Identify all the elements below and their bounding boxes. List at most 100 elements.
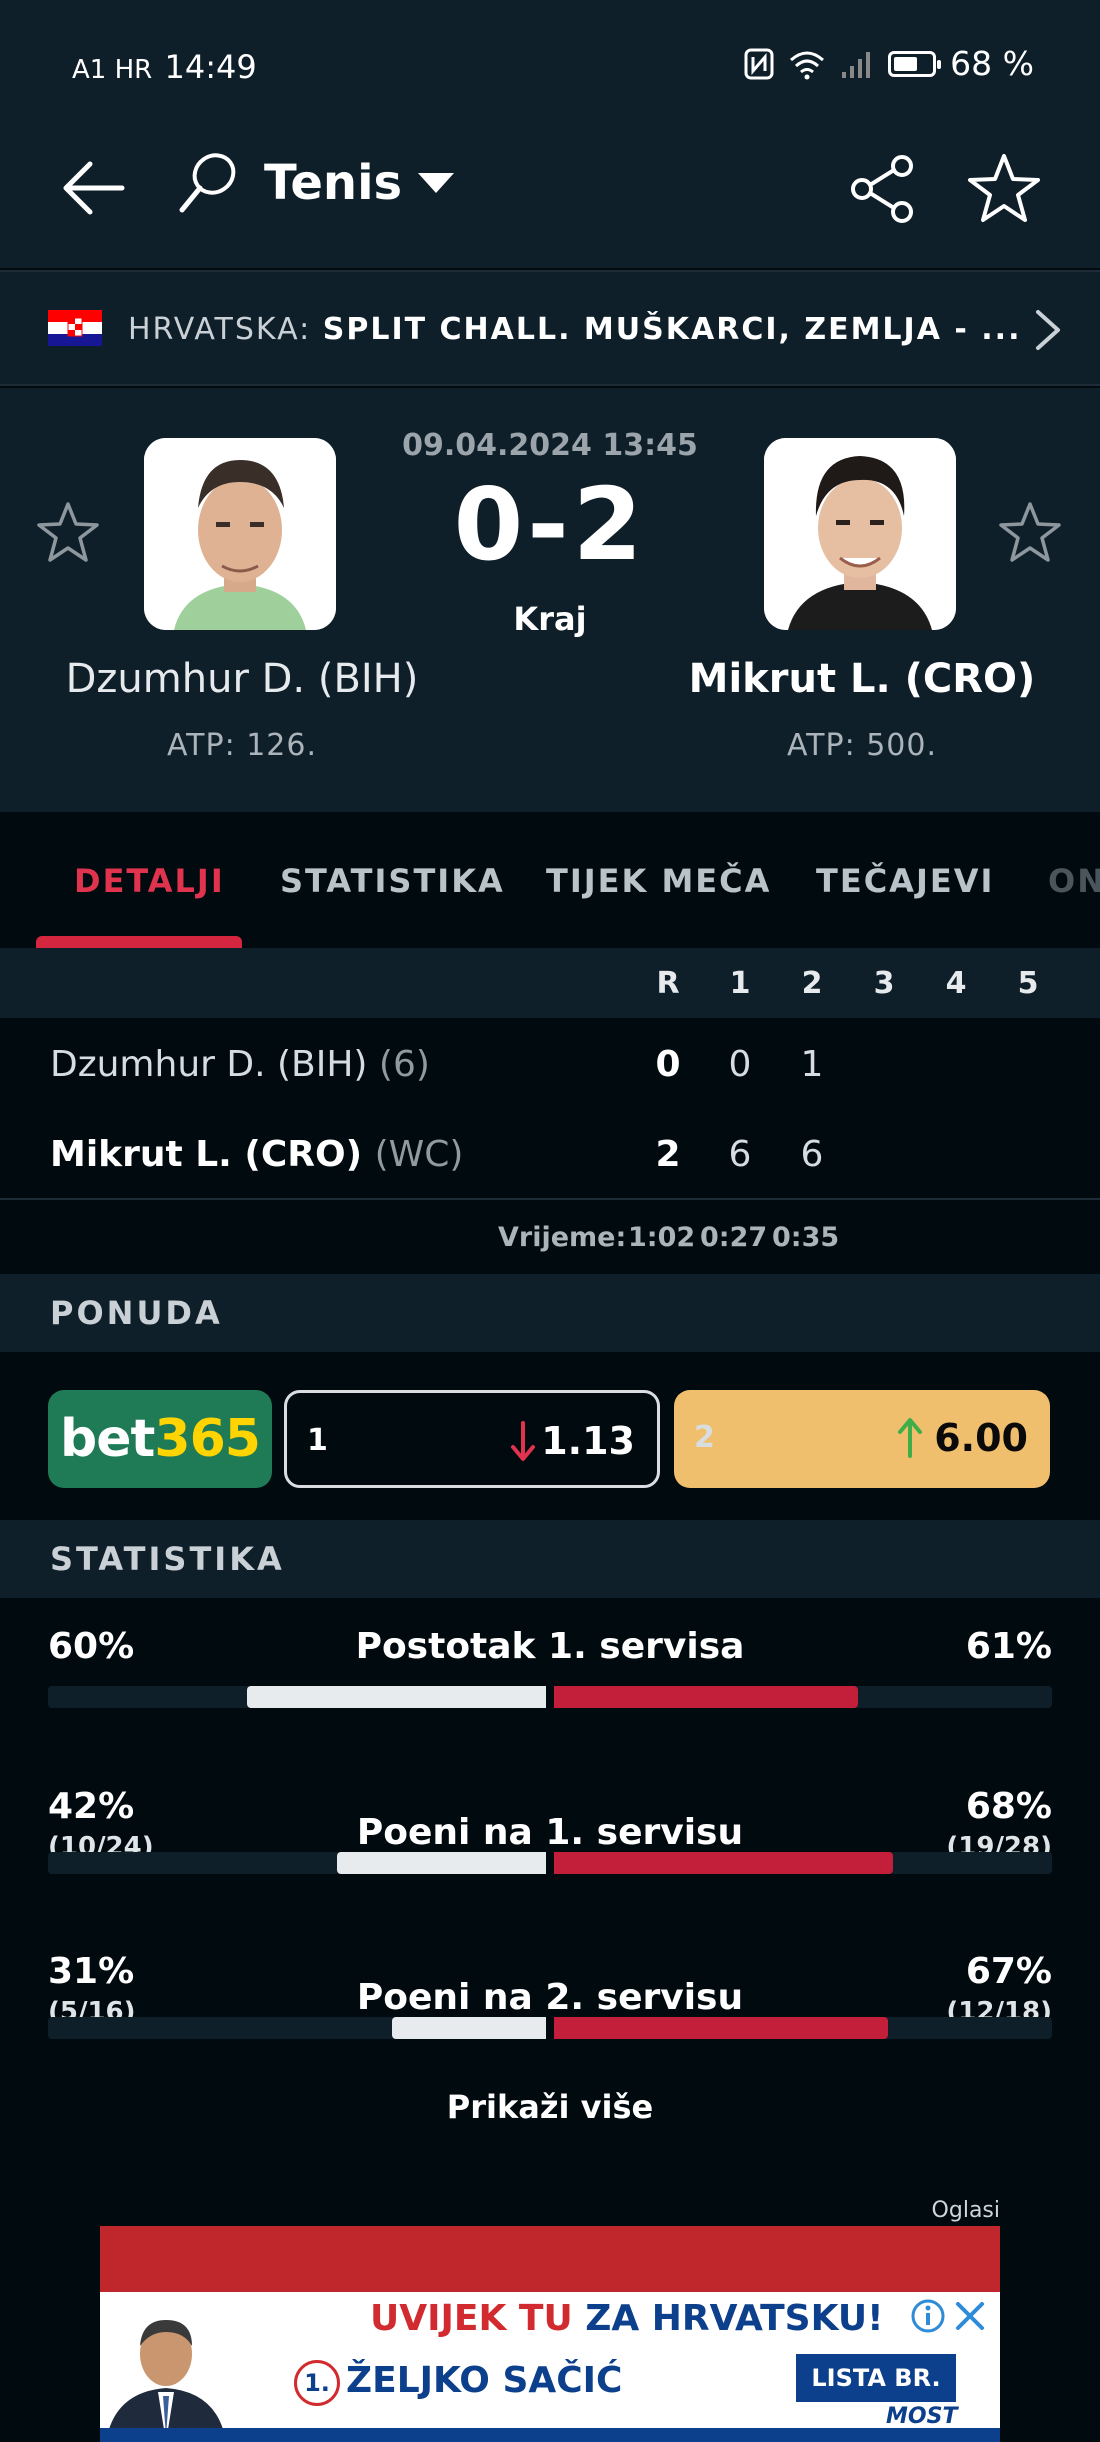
- ad-bottom-strip: [100, 2428, 1000, 2442]
- sport-label: Tenis: [264, 155, 403, 211]
- arrow-down-icon: [511, 1421, 535, 1461]
- tennis-racket-icon: [179, 153, 236, 213]
- top-bar: Tenis: [0, 130, 1100, 240]
- tab-statistics[interactable]: STATISTIKA: [280, 862, 505, 900]
- status-right: 68 %: [744, 44, 1034, 83]
- odds-button-away[interactable]: 2 6.00: [674, 1390, 1050, 1488]
- col-set-1: 1: [729, 966, 751, 1001]
- stat-bar-left-fill: [336, 1852, 546, 1874]
- row-player-seed: (6): [378, 1044, 430, 1085]
- ad-candidate: ŽELJKO SAČIĆ: [346, 2360, 623, 2401]
- back-button[interactable]: [60, 158, 130, 218]
- ad-party: MOST: [886, 2404, 958, 2429]
- league-name: HRVATSKA: SPLIT CHALL. MUŠKARCI, ZEMLJA …: [128, 312, 1021, 347]
- row-set-1: 0: [728, 1044, 752, 1085]
- duration-set-2: 0:35: [772, 1222, 840, 1253]
- odds-key: 2: [694, 1420, 715, 1455]
- stat-right-value: 67%: [965, 1951, 1052, 1992]
- row-result: 2: [655, 1134, 681, 1175]
- sport-selector[interactable]: Tenis: [176, 150, 456, 216]
- carrier: A1 HR: [72, 55, 153, 85]
- favorite-away-star-icon[interactable]: [998, 500, 1062, 564]
- arrow-left-icon: [63, 161, 125, 215]
- set-durations: Vrijeme: 1:02 0:27 0:35: [0, 1200, 1100, 1272]
- ad-list: LISTA BR. 10: [796, 2354, 956, 2440]
- league-bar[interactable]: HRVATSKA: SPLIT CHALL. MUŠKARCI, ZEMLJA …: [0, 270, 1100, 386]
- ad-banner[interactable]: UVIJEK TU ZA HRVATSKU! 1. ŽELJKO SAČIĆ L…: [100, 2226, 1000, 2442]
- ad-person-image: [106, 2320, 226, 2442]
- bookmaker-wordmark: bet365: [60, 1409, 261, 1469]
- wifi-icon: [790, 51, 825, 79]
- nfc-icon: [744, 48, 774, 79]
- share-button[interactable]: [848, 154, 918, 224]
- signal-icon: [842, 51, 871, 78]
- row-player-name: Mikrut L. (CRO) (WC): [50, 1134, 463, 1175]
- home-player-photo[interactable]: [144, 438, 336, 630]
- share-icon: [851, 155, 913, 223]
- ad-headline-a: UVIJEK TU: [370, 2298, 573, 2339]
- caret-down-icon: [418, 173, 455, 193]
- duration-total: 1:02: [628, 1222, 696, 1253]
- tab-odds[interactable]: TEČAJEVI: [816, 862, 994, 900]
- odds-value: 1.13: [541, 1419, 635, 1463]
- stat-bar: [48, 2017, 1052, 2039]
- stat-first-serve-percentage: 60% Postotak 1. servisa 61%: [0, 1600, 1100, 1750]
- away-player-name[interactable]: Mikrut L. (CRO): [682, 656, 1042, 702]
- match-score: 0-2: [453, 466, 647, 583]
- bookmaker-logo[interactable]: bet365: [48, 1390, 272, 1488]
- stat-bar-right-fill: [554, 1686, 858, 1708]
- section-title: PONUDA: [50, 1294, 223, 1332]
- league-title: SPLIT CHALL. MUŠKARCI, ZEMLJA - ...: [322, 312, 1022, 347]
- row-player-seed: (WC): [374, 1134, 464, 1175]
- odds-value: 6.00: [934, 1416, 1028, 1460]
- ad-info-icon[interactable]: [910, 2298, 946, 2334]
- stat-bar-left-fill: [247, 1686, 546, 1708]
- stat-bar-left-track: [48, 1686, 546, 1708]
- tab-bar: DETALJI STATISTIKA TIJEK MEČA TEČAJEVI O…: [0, 812, 1100, 948]
- stat-bar-left-track: [48, 2017, 546, 2039]
- row-player-label: Mikrut L. (CRO): [50, 1134, 363, 1175]
- battery-percent: 68 %: [950, 44, 1034, 83]
- ads-label: Oglasi: [931, 2198, 1000, 2223]
- odds-button-home[interactable]: 1 1.13: [284, 1390, 660, 1488]
- col-set-5: 5: [1017, 966, 1039, 1001]
- stat-bar-right-track: [554, 2017, 1052, 2039]
- table-row: Dzumhur D. (BIH) (6) 0 0 1: [0, 1020, 1100, 1108]
- stat-left-value: 31%: [48, 1951, 135, 1992]
- status-left: A1 HR 14:49: [72, 48, 257, 86]
- player-avatar-icon: [764, 438, 956, 630]
- tab-details[interactable]: DETALJI: [74, 862, 225, 900]
- chevron-right-icon: [1036, 310, 1060, 350]
- away-player-photo[interactable]: [764, 438, 956, 630]
- stat-bar-right-track: [554, 1852, 1052, 1874]
- home-player-name[interactable]: Dzumhur D. (BIH): [62, 656, 422, 702]
- favorite-match-button[interactable]: [966, 150, 1042, 226]
- duration-set-1: 0:27: [700, 1222, 768, 1253]
- arrow-up-icon: [898, 1418, 922, 1458]
- bookmaker-main: bet: [60, 1409, 155, 1469]
- row-set-2: 1: [800, 1044, 824, 1085]
- clock: 14:49: [164, 48, 257, 86]
- odds-row: bet365 1 1.13 2 6.00: [0, 1352, 1100, 1520]
- league-country: HRVATSKA:: [128, 312, 312, 347]
- stat-bar-right-track: [554, 1686, 1052, 1708]
- stat-left-value: 60%: [48, 1626, 135, 1667]
- match-datetime: 09.04.2024 13:45: [402, 428, 698, 463]
- duration-label: Vrijeme:: [498, 1222, 627, 1253]
- stat-bar-left-track: [48, 1852, 546, 1874]
- col-set-4: 4: [945, 966, 967, 1001]
- row-result: 0: [655, 1044, 681, 1085]
- match-status: Kraj: [513, 600, 587, 638]
- ad-close-icon[interactable]: [952, 2298, 988, 2334]
- stat-first-serve-points: 42% (10/24) Poeni na 1. servisu 68% (19/…: [0, 1760, 1100, 1910]
- favorite-home-star-icon[interactable]: [36, 500, 100, 564]
- stat-title: Postotak 1. servisa: [355, 1626, 745, 1667]
- row-set-1: 6: [728, 1134, 752, 1175]
- tab-match-flow[interactable]: TIJEK MEČA: [546, 862, 771, 900]
- show-more-button[interactable]: Prikaži više: [400, 2088, 700, 2126]
- row-set-2: 6: [800, 1134, 824, 1175]
- ad-headline-b: ZA HRVATSKU!: [585, 2298, 884, 2339]
- tab-overflow[interactable]: ON: [1048, 862, 1100, 900]
- player-avatar-icon: [144, 438, 336, 630]
- odds-key: 1: [307, 1423, 328, 1458]
